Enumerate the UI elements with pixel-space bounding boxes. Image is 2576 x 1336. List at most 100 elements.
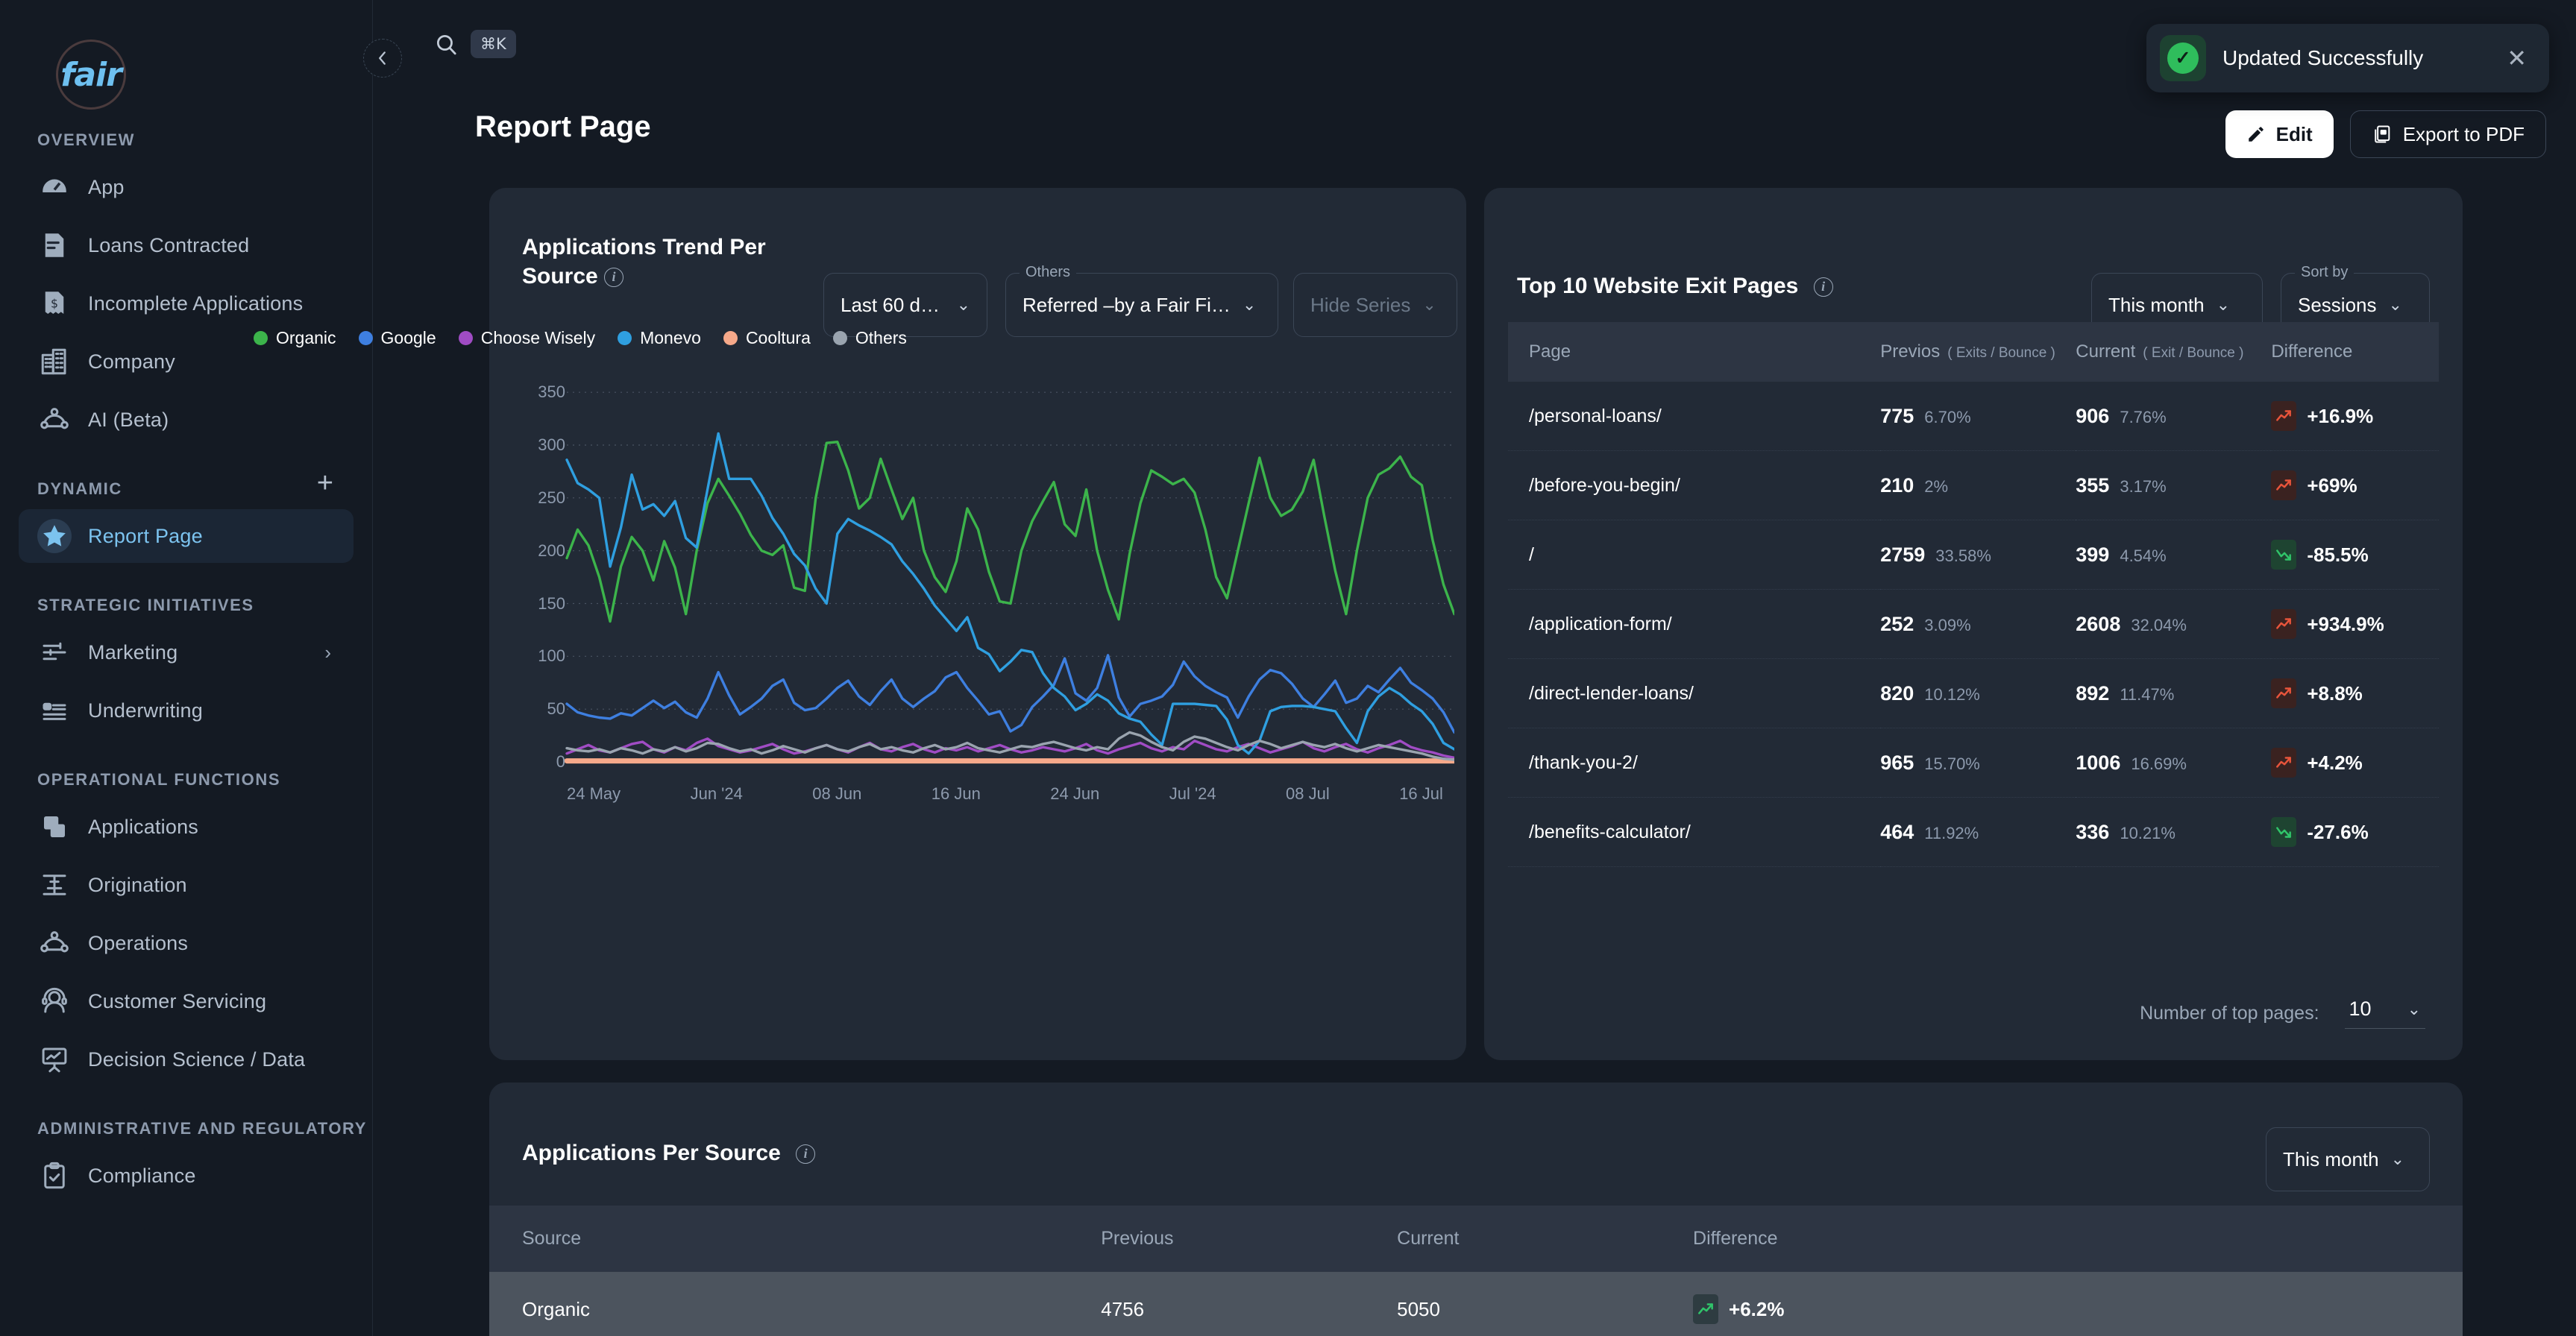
exit-pages-sort-value: Sessions <box>2298 293 2377 316</box>
aps-month-select[interactable]: This month ⌄ <box>2266 1127 2430 1191</box>
hide-series-select[interactable]: Hide Series ⌄ <box>1293 273 1457 337</box>
table-row[interactable]: /personal-loans/775 6.70% 906 7.76% +16.9% <box>1508 382 2439 451</box>
legend-item[interactable]: Organic <box>254 328 336 348</box>
y-axis-tick-label: 50 <box>547 699 565 719</box>
legend-item[interactable]: Cooltura <box>723 328 811 348</box>
trend-indicator <box>2271 817 2297 847</box>
x-axis-tick-label: Jul '24 <box>1169 784 1216 803</box>
trend-others-select[interactable]: Others Referred –by a Fair Fi… ⌄ <box>1005 264 1278 337</box>
legend-item[interactable]: Choose Wisely <box>458 328 595 348</box>
exit-pages-column-header[interactable]: Previos ( Exits / Bounce ) <box>1880 322 2076 382</box>
sidebar-item-decision-science-data[interactable]: Decision Science / Data <box>19 1033 354 1086</box>
export-to-pdf-button[interactable]: Export to PDF <box>2349 110 2546 158</box>
chart-series-line <box>565 654 1456 734</box>
column-header-label: Difference <box>2271 341 2353 362</box>
value: 2759 <box>1880 543 1926 566</box>
sidebar-section-title: STRATEGIC INITIATIVES <box>37 596 254 614</box>
table-row[interactable]: /direct-lender-loans/820 10.12% 892 11.47% +… <box>1508 658 2439 728</box>
exit-page-current-cell: 892 11.47% <box>2076 658 2272 728</box>
add-dynamic-page-button[interactable]: + <box>317 469 333 497</box>
trend-up-icon <box>2276 410 2292 421</box>
top-pages-select[interactable]: 10 ⌄ <box>2344 998 2425 1029</box>
chevron-down-icon: ⌄ <box>2407 999 2421 1018</box>
sidebar-item-compliance[interactable]: Compliance <box>19 1149 354 1203</box>
legend-item[interactable]: Google <box>358 328 436 348</box>
aps-difference-cell: +6.2% <box>1693 1272 2463 1336</box>
close-icon[interactable]: ✕ <box>2507 46 2527 70</box>
exit-pages-column-header[interactable]: Current ( Exit / Bounce ) <box>2076 322 2271 382</box>
legend-color-dot <box>254 331 268 345</box>
exit-pages-table-body: /personal-loans/775 6.70% 906 7.76% +16.9% /b… <box>1508 382 2439 867</box>
exit-page-difference-cell: +16.9% <box>2271 382 2439 451</box>
difference-value: +16.9% <box>2307 404 2374 427</box>
edit-button[interactable]: Edit <box>2225 110 2334 158</box>
exit-pages-column-header[interactable]: Page <box>1508 322 1880 382</box>
sidebar-collapse-button[interactable] <box>363 39 402 78</box>
top-exit-pages-card: Top 10 Website Exit Pages i This month ⌄… <box>1484 188 2463 1060</box>
table-row[interactable]: /before-you-begin/210 2% 355 3.17% +69% <box>1508 450 2439 520</box>
page-title: Report Page <box>475 110 651 143</box>
search-shortcut-chip[interactable]: ⌘K <box>471 30 516 58</box>
percent: 32.04% <box>2131 615 2187 634</box>
trend-line-chart <box>564 391 1457 764</box>
search-icon[interactable] <box>434 32 459 57</box>
exit-page-path: /application-form/ <box>1508 589 1881 659</box>
value: 775 <box>1880 404 1914 427</box>
chart-plot-area: 0 50 100 150 200 250 300 350 <box>522 373 1457 790</box>
table-row[interactable]: /application-form/252 3.09% 2608 32.04% +934… <box>1508 589 2439 659</box>
exit-page-current-cell: 906 7.76% <box>2076 382 2272 451</box>
info-icon[interactable]: i <box>604 268 624 288</box>
info-icon[interactable]: i <box>796 1144 816 1165</box>
exit-page-previous-cell: 965 15.70% <box>1880 728 2076 798</box>
value: 336 <box>2076 820 2110 843</box>
exit-page-previous-cell: 252 3.09% <box>1880 589 2076 659</box>
sidebar-item-app[interactable]: App <box>19 160 354 214</box>
info-icon[interactable]: i <box>1813 277 1833 297</box>
aps-title-wrap: Applications Per Source i <box>522 1138 816 1168</box>
trend-up-icon <box>2276 618 2292 629</box>
table-row[interactable]: /thank-you-2/965 15.70% 1006 16.69% +4.2% <box>1508 728 2439 798</box>
star-icon <box>43 525 66 546</box>
value: 252 <box>1880 612 1914 635</box>
sidebar-item-operations[interactable]: Operations <box>19 916 354 970</box>
table-row[interactable]: /2759 33.58% 399 4.54% -85.5% <box>1508 520 2439 590</box>
sidebar: fair OVERVIEW App Loans Contracted $ Incompl… <box>0 0 373 1336</box>
percent: 10.21% <box>2120 823 2176 842</box>
trend-up-icon <box>2276 479 2292 491</box>
toast-notification: ✓ Updated Successfully ✕ <box>2146 24 2549 92</box>
trend-indicator <box>2271 470 2297 500</box>
legend-item[interactable]: Monevo <box>618 328 701 348</box>
chevron-down-icon: ⌄ <box>956 295 970 314</box>
value: 965 <box>1880 751 1914 774</box>
exit-pages-column-header[interactable]: Difference <box>2271 322 2439 382</box>
aps-column-header[interactable]: Previous <box>1101 1206 1397 1272</box>
legend-label: Monevo <box>640 328 701 347</box>
global-search[interactable]: ⌘K <box>434 30 516 58</box>
trend-indicator <box>1693 1294 1719 1324</box>
y-axis-tick-label: 250 <box>538 488 565 507</box>
exit-page-previous-cell: 2759 33.58% <box>1880 520 2076 590</box>
sidebar-item-marketing[interactable]: Marketing › <box>19 626 354 679</box>
percent: 4.54% <box>2120 546 2167 565</box>
aps-column-header[interactable]: Current <box>1397 1206 1693 1272</box>
table-row[interactable]: Organic 4756 5050 +6.2% <box>489 1272 2463 1336</box>
sidebar-item-loans-contracted[interactable]: Loans Contracted <box>19 218 354 272</box>
exit-page-path: /before-you-begin/ <box>1508 450 1881 520</box>
sidebar-item-report-page[interactable]: Report Page <box>19 509 354 563</box>
brand-logo[interactable]: fair <box>56 40 126 110</box>
sidebar-item-ai-beta[interactable]: AI (Beta) <box>19 393 354 447</box>
exit-page-path: /direct-lender-loans/ <box>1508 658 1881 728</box>
legend-item[interactable]: Others <box>832 328 907 348</box>
sidebar-item-customer-servicing[interactable]: Customer Servicing <box>19 974 354 1028</box>
chevron-right-icon[interactable]: › <box>324 643 331 662</box>
table-row[interactable]: /benefits-calculator/464 11.92% 336 10.21% -… <box>1508 797 2439 867</box>
sidebar-item-label: AI (Beta) <box>88 408 169 431</box>
sidebar-item-origination[interactable]: Origination <box>19 858 354 912</box>
export-button-label: Export to PDF <box>2402 122 2525 145</box>
exit-page-path: / <box>1508 520 1881 590</box>
sidebar-item-underwriting[interactable]: Underwriting <box>19 684 354 737</box>
sidebar-item-applications[interactable]: Applications <box>19 800 354 854</box>
aps-column-header[interactable]: Source <box>489 1206 1101 1272</box>
sidebar-item-incomplete-applications[interactable]: $ Incomplete Applications <box>19 277 354 330</box>
aps-column-header[interactable]: Difference <box>1693 1206 2463 1272</box>
